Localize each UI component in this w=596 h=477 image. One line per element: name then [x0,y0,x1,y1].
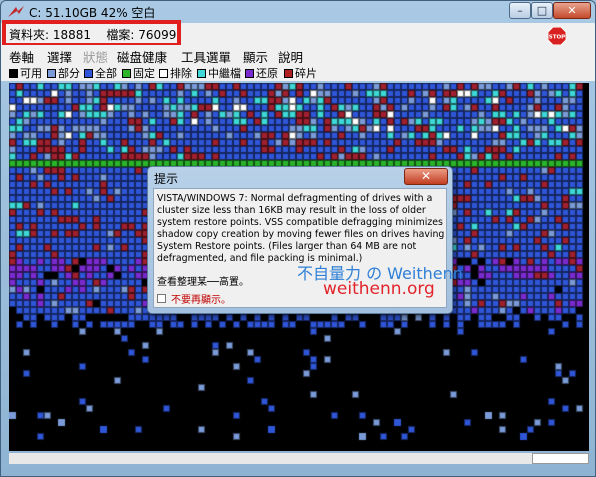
svg-text:STOP: STOP [549,35,565,41]
files-label: 檔案: [106,28,135,42]
legend-swatch [9,68,18,78]
dialog-close-button[interactable]: ✕ [404,168,448,185]
legend-label: 碎片 [295,67,317,80]
legend-excluded: 排除 [159,67,192,80]
folder-file-count: 資料夾: 18881 檔案: 76099 [9,26,176,43]
legend-full: 全部 [84,67,117,80]
legend-swatch [84,68,93,78]
legend-fixed: 固定 [122,67,155,80]
legend-partial: 部分 [47,67,80,80]
dont-show-again-label: 不要再顯示。 [171,295,231,306]
dont-show-again[interactable]: 不要再顯示。 [157,291,231,306]
dialog-tip-text: 查看整理某──高置。 [157,277,250,288]
dont-show-again-checkbox[interactable] [157,294,166,303]
app-icon [8,6,24,17]
watermark-line2: weithenn.org [323,279,435,299]
legend-restore: 还原 [245,67,278,80]
legend-label: 固定 [133,67,155,80]
info-bar: 資料夾: 18881 檔案: 76099 STOP [1,23,595,45]
files-count: 76099 [138,28,177,42]
legend-swatch [245,68,254,78]
close-button[interactable]: ✕ [553,2,591,19]
minimize-button[interactable]: – [509,2,531,19]
app-window: C: 51.10GB 42% 空白 – □ ✕ 資料夾: 18881 檔案: 7… [0,0,596,477]
legend-label: 排除 [170,67,192,80]
legend-swatch [122,68,131,78]
title-bar[interactable]: C: 51.10GB 42% 空白 – □ ✕ [1,1,595,23]
dialog-title: 提示 [154,172,179,186]
legend-bar: 可用 部分 全部 固定 排除 中繼檔 还原 碎片 [1,64,595,81]
progress-bar [9,453,589,464]
legend-label: 还原 [256,67,278,80]
folders-label: 資料夾: [9,28,50,42]
legend-free: 可用 [9,67,42,80]
folders-count: 18881 [52,28,92,42]
legend-label: 全部 [95,67,117,80]
legend-swatch [284,68,293,78]
legend-swatch [159,68,168,78]
legend-label: 可用 [20,67,42,80]
dialog-message: VISTA/WINDOWS 7: Normal defragmenting of… [157,193,445,264]
legend-swatch [197,68,206,78]
legend-swatch [47,68,56,78]
progress-end-block [532,453,589,464]
legend-label: 部分 [58,67,80,80]
legend-fragmented: 碎片 [284,67,317,80]
window-title: C: 51.10GB 42% 空白 [29,6,156,20]
legend-metafile: 中繼檔 [197,67,241,80]
maximize-button[interactable]: □ [531,2,553,19]
legend-label: 中繼檔 [208,67,241,80]
menu-bar: 卷軸 選擇 狀態 磁盘健康 工具選單 顯示 說明 [1,45,595,65]
stop-icon[interactable]: STOP [548,27,566,45]
